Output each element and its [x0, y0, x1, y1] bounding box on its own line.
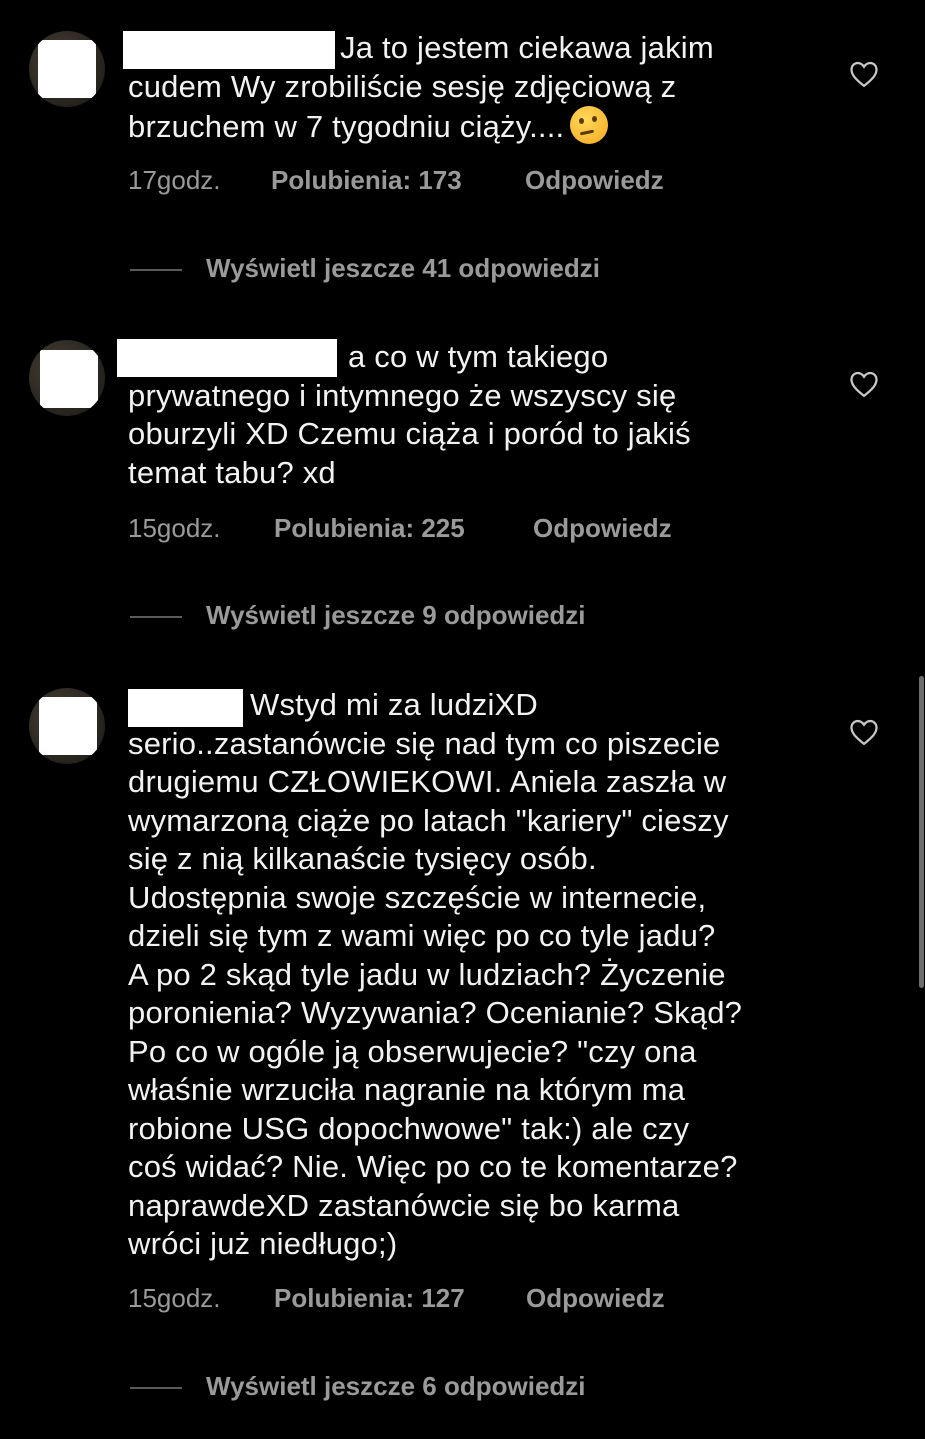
- avatar[interactable]: [29, 340, 105, 416]
- comment-meta: 17godz. Polubienia: 173 Odpowiedz: [128, 165, 664, 196]
- comment-text-first-line: Wstyd mi za ludziXD: [250, 687, 539, 722]
- comment-text-rest: prywatnego i intymnego że wszyscy się ob…: [128, 377, 691, 490]
- comment-text: Wstyd mi za ludziXD serio..zastanówcie s…: [128, 686, 828, 1264]
- view-more-replies[interactable]: Wyświetl jeszcze 9 odpowiedzi: [130, 600, 586, 631]
- heart-outline-icon[interactable]: [849, 718, 879, 746]
- reply-thread-line: [130, 1387, 182, 1390]
- comment-text-first-line: a co w tym takiego: [348, 339, 609, 374]
- reply-thread-line: [130, 269, 182, 272]
- comment-text-rest: serio..zastanówcie się nad tym co piszec…: [128, 725, 743, 1262]
- avatar[interactable]: [29, 31, 105, 107]
- comment-meta: 15godz. Polubienia: 127 Odpowiedz: [128, 1283, 665, 1314]
- avatar[interactable]: [29, 688, 105, 764]
- likes-count[interactable]: Polubienia: 127: [274, 1283, 526, 1314]
- view-more-label: Wyświetl jeszcze 6 odpowiedzi: [206, 1371, 586, 1401]
- heart-outline-icon[interactable]: [849, 370, 879, 398]
- scrollbar[interactable]: [919, 676, 924, 988]
- reply-button[interactable]: Odpowiedz: [526, 1283, 665, 1314]
- view-more-label: Wyświetl jeszcze 41 odpowiedzi: [206, 253, 600, 283]
- likes-count[interactable]: Polubienia: 173: [271, 165, 525, 196]
- comment-time: 15godz.: [128, 513, 221, 543]
- comment-time: 17godz.: [128, 165, 221, 195]
- reply-button[interactable]: Odpowiedz: [533, 513, 672, 544]
- view-more-replies[interactable]: Wyświetl jeszcze 41 odpowiedzi: [130, 253, 600, 284]
- view-more-label: Wyświetl jeszcze 9 odpowiedzi: [206, 600, 586, 630]
- thinking-face-emoji-icon: [570, 106, 609, 144]
- comment-text: Ja to jestem ciekawa jakim cudem Wy zrob…: [128, 29, 828, 147]
- reply-button[interactable]: Odpowiedz: [525, 165, 664, 196]
- likes-count[interactable]: Polubienia: 225: [274, 513, 533, 544]
- avatar-redaction: [39, 697, 97, 755]
- comment-text: a co w tym takiego prywatnego i intymneg…: [128, 338, 828, 492]
- view-more-replies[interactable]: Wyświetl jeszcze 6 odpowiedzi: [130, 1371, 586, 1402]
- avatar-redaction: [38, 40, 96, 98]
- comment-text-first-line: Ja to jestem ciekawa jakim: [340, 30, 714, 65]
- comment-meta: 15godz. Polubienia: 225 Odpowiedz: [128, 513, 672, 544]
- avatar-redaction: [40, 350, 98, 408]
- reply-thread-line: [130, 616, 182, 619]
- comment-time: 15godz.: [128, 1283, 221, 1313]
- heart-outline-icon[interactable]: [849, 60, 879, 88]
